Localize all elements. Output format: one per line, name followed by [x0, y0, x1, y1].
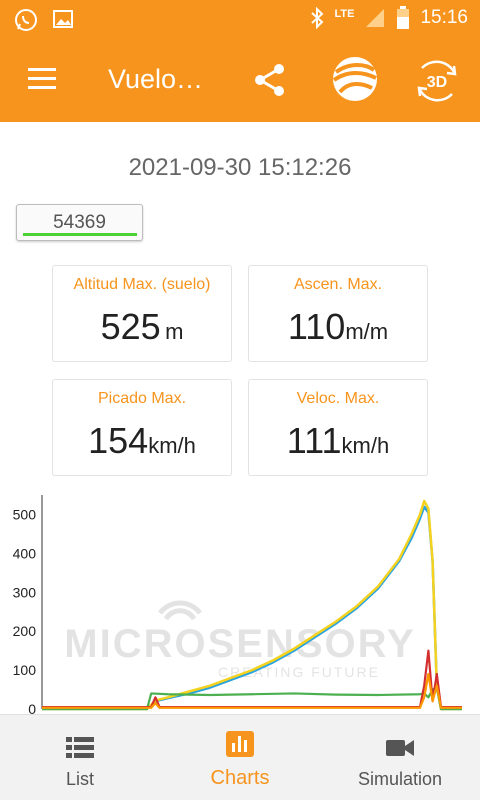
stat-card-max-altitude: Altitud Max. (suelo) 525 m: [52, 265, 232, 362]
wifi-arcs-icon: [158, 600, 202, 621]
watermark-logo: MICROSENSORY CREATING FUTURE: [64, 600, 415, 680]
y-tick-label: 400: [13, 545, 37, 561]
flight-id: 54369: [53, 212, 106, 233]
nav-charts[interactable]: Charts: [160, 715, 320, 801]
video-camera-icon: [386, 740, 414, 756]
svg-text:3D: 3D: [427, 74, 447, 91]
gallery-icon: [53, 10, 73, 28]
status-bar: LTE 15:16: [0, 0, 480, 40]
battery-icon: [397, 6, 410, 29]
flight-datetime: 2021-09-30 15:12:26: [128, 154, 352, 181]
stat-value: 111: [286, 420, 342, 461]
share-icon[interactable]: [252, 62, 288, 98]
signal-icon: [366, 9, 385, 27]
stat-unit: m/m: [345, 319, 389, 344]
series-line-2: [42, 686, 462, 711]
stat-label: Veloc. Max.: [296, 390, 380, 407]
nav-simulation[interactable]: Simulation: [320, 715, 480, 801]
flight-id-underline: [23, 233, 137, 236]
stat-value: 154: [88, 420, 149, 461]
nav-list[interactable]: List: [0, 715, 160, 801]
stat-card-max-speed: Veloc. Max. 111km/h: [248, 379, 428, 476]
y-tick-label: 300: [13, 584, 37, 600]
flight-chart[interactable]: MICROSENSORY CREATING FUTURE 0 100 200 300 4…: [0, 495, 480, 715]
page-title: Vuelo…: [108, 64, 204, 94]
google-earth-icon[interactable]: [332, 56, 378, 102]
y-tick-label: 0: [28, 701, 36, 715]
nav-simulation-label: Simulation: [357, 769, 443, 789]
stat-value: 525: [100, 306, 161, 347]
app-bar: Vuelo… 3D: [0, 40, 480, 122]
menu-icon[interactable]: [28, 68, 56, 90]
flight-id-badge[interactable]: 54369: [16, 204, 143, 241]
stat-unit: km/h: [148, 433, 196, 458]
bar-chart-icon: [226, 731, 254, 757]
stat-label: Ascen. Max.: [293, 276, 383, 293]
stat-label: Altitud Max. (suelo): [73, 276, 211, 293]
stat-label: Picado Max.: [97, 390, 187, 407]
whatsapp-icon: [15, 9, 37, 31]
network-type: LTE: [334, 8, 355, 20]
bottom-nav: List Charts Simulation: [0, 714, 480, 800]
stat-unit: m: [165, 319, 184, 344]
chart-axes: 0 100 200 300 400 500: [13, 495, 43, 715]
watermark-brand: MICROSENSORY: [64, 622, 415, 666]
clock: 15:16: [420, 7, 468, 28]
stat-unit: km/h: [341, 433, 390, 458]
y-tick-label: 500: [13, 507, 37, 523]
y-tick-label: 100: [13, 662, 37, 678]
3d-view-icon[interactable]: 3D: [414, 58, 460, 104]
nav-list-label: List: [65, 769, 94, 789]
stat-card-max-dive: Picado Max. 154km/h: [52, 379, 232, 476]
nav-charts-label: Charts: [210, 767, 270, 789]
stat-value: 110: [287, 306, 346, 347]
watermark-tagline: CREATING FUTURE: [218, 664, 380, 680]
stat-card-max-climb: Ascen. Max. 110m/m: [248, 265, 428, 362]
bluetooth-icon: [311, 7, 324, 29]
list-icon: [66, 737, 94, 758]
y-tick-label: 200: [13, 623, 37, 639]
